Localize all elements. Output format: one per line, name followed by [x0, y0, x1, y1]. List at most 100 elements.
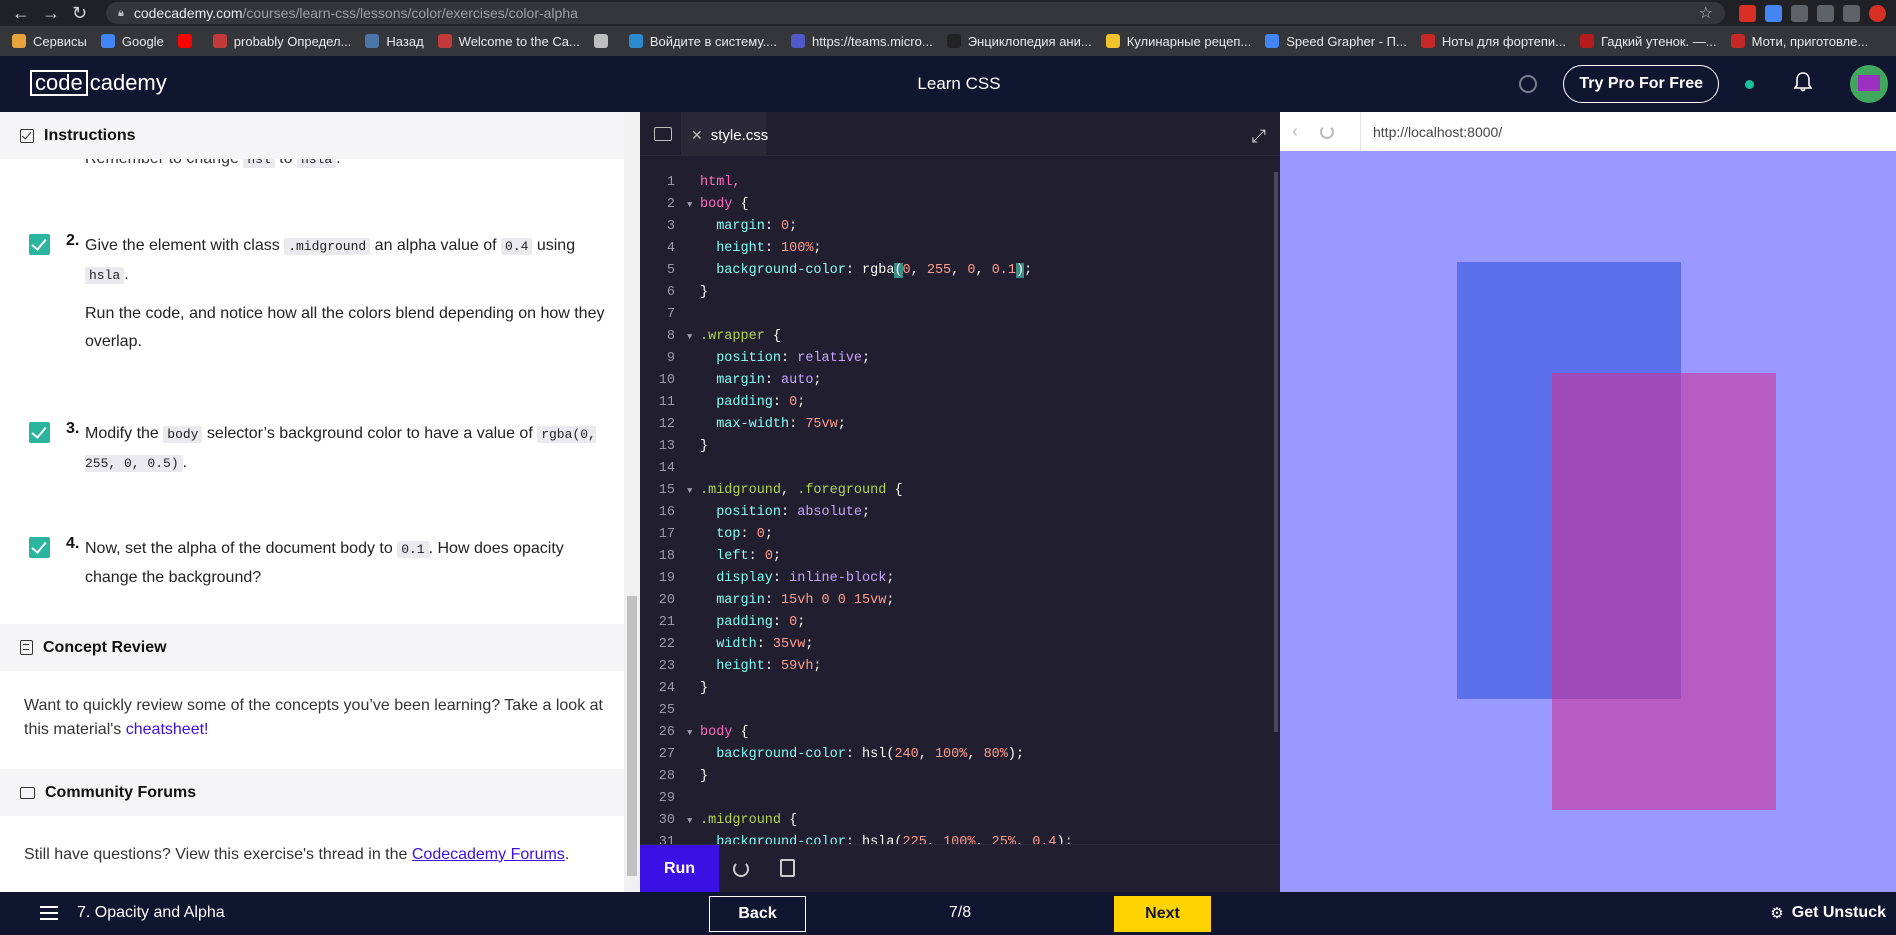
preview-back-icon[interactable]: ‹: [1292, 121, 1298, 142]
code-line[interactable]: 18 left: 0;: [640, 546, 1276, 568]
translate-icon[interactable]: [1765, 4, 1782, 22]
code-line[interactable]: 6}: [640, 282, 1276, 304]
code-line[interactable]: 13}: [640, 436, 1276, 458]
tab-style-css[interactable]: ✕ style.css: [681, 112, 768, 156]
code-line[interactable]: 22 width: 35vw;: [640, 634, 1276, 656]
fold-arrow-icon[interactable]: ▼: [687, 810, 692, 832]
bookmark-item[interactable]: https://teams.micro...: [791, 34, 933, 49]
bookmark-label: Ноты для фортепи...: [1441, 33, 1566, 49]
close-icon[interactable]: ✕: [691, 127, 703, 144]
avatar[interactable]: [1850, 65, 1888, 103]
cheatsheet-link[interactable]: cheatsheet!: [126, 721, 209, 738]
extension-icon[interactable]: [1739, 4, 1756, 22]
forums-link[interactable]: Codecademy Forums: [412, 846, 565, 863]
code-line[interactable]: 4 height: 100%;: [640, 238, 1276, 260]
bookmark-item[interactable]: Google: [100, 34, 164, 49]
instructions-scrollbar[interactable]: [624, 112, 640, 892]
line-number: 11: [658, 395, 675, 410]
menu-icon[interactable]: [40, 906, 58, 920]
code-text-area[interactable]: 1 html, 2 ▼ body {3 margin: 0; 4 height: 100%…: [640, 172, 1276, 848]
line-number: 7: [666, 307, 675, 322]
bookmark-item[interactable]: Ноты для фортепи...: [1420, 33, 1566, 49]
code-line[interactable]: 24}: [640, 678, 1276, 700]
code-line[interactable]: 10 margin: auto;: [640, 370, 1276, 392]
alarm-clock-icon[interactable]: [1519, 75, 1538, 93]
code-line[interactable]: 26 ▼ body {: [640, 722, 1276, 744]
bookmark-item[interactable]: [177, 34, 199, 48]
bookmark-item[interactable]: [593, 34, 615, 48]
task-checkbox[interactable]: [29, 537, 50, 558]
bookmark-item[interactable]: Назад: [365, 34, 424, 49]
extension-icon[interactable]: [1817, 4, 1834, 22]
back-button[interactable]: Back: [709, 896, 806, 932]
bookmark-item[interactable]: Энциклопедия ани...: [946, 34, 1092, 49]
bookmark-item[interactable]: Моти, приготовле...: [1730, 34, 1868, 49]
code-line[interactable]: 28}: [640, 766, 1276, 788]
forward-arrow-icon[interactable]: →: [42, 4, 60, 22]
line-number: 10: [658, 373, 675, 388]
code-line[interactable]: 17 top: 0;: [640, 524, 1276, 546]
concept-review-header[interactable]: Concept Review: [0, 624, 624, 671]
code-line[interactable]: 5 background-color: rgba(0, 255, 0, 0.1)…: [640, 260, 1276, 282]
code-line[interactable]: 27 background-color: hsl(240, 100%, 80%)…: [640, 744, 1276, 766]
code-line[interactable]: 20 margin: 15vh 0 0 15vw;: [640, 590, 1276, 612]
run-button[interactable]: Run: [640, 845, 719, 893]
puzzle-icon[interactable]: [1843, 4, 1860, 22]
code-line[interactable]: 12 max-width: 75vw;: [640, 414, 1276, 436]
extension-icon[interactable]: [1791, 4, 1808, 22]
community-forums-header[interactable]: Community Forums: [0, 769, 624, 816]
line-number: 21: [658, 615, 675, 630]
bookmark-item[interactable]: Welcome to the Ca...: [437, 34, 580, 49]
task-checkbox[interactable]: [29, 234, 50, 255]
code-line[interactable]: 3 margin: 0;: [640, 216, 1276, 238]
code-line[interactable]: 25: [640, 700, 1276, 722]
next-button[interactable]: Next: [1114, 896, 1211, 932]
back-arrow-icon[interactable]: ←: [12, 4, 30, 22]
fold-arrow-icon[interactable]: ▼: [687, 194, 692, 216]
code-line[interactable]: 2 ▼ body {: [640, 194, 1276, 216]
code-line[interactable]: 14: [640, 458, 1276, 480]
task-checkbox[interactable]: [29, 422, 50, 443]
code-line[interactable]: 8 ▼ .wrapper {: [640, 326, 1276, 348]
code-line[interactable]: 21 padding: 0;: [640, 612, 1276, 634]
bookmark-item[interactable]: Войдите в систему....: [628, 34, 777, 49]
code-line[interactable]: 19 display: inline-block;: [640, 568, 1276, 590]
preview-url[interactable]: http://localhost:8000/: [1360, 112, 1896, 151]
clipboard-icon[interactable]: [780, 859, 795, 877]
get-unstuck-button[interactable]: ⚙ Get Unstuck: [1770, 904, 1886, 922]
bookmark-star-icon[interactable]: ☆: [1699, 3, 1713, 23]
bookmark-item[interactable]: Гадкий утенок. —...: [1579, 33, 1717, 49]
line-number: 25: [658, 703, 675, 718]
editor-scrollbar[interactable]: [1274, 172, 1278, 732]
reset-icon[interactable]: [733, 861, 749, 877]
try-pro-button[interactable]: Try Pro For Free: [1563, 65, 1719, 103]
code-line[interactable]: 16 position: absolute;: [640, 502, 1276, 524]
bookmark-item[interactable]: Кулинарные рецеп...: [1105, 34, 1251, 49]
folder-icon[interactable]: [654, 127, 672, 141]
scrollbar-thumb[interactable]: [627, 596, 637, 876]
code-line[interactable]: 29: [640, 788, 1276, 810]
code-line[interactable]: 1 html,: [640, 172, 1276, 194]
profile-icon[interactable]: [1869, 4, 1886, 22]
bell-icon[interactable]: [1793, 72, 1813, 96]
code-line[interactable]: 23 height: 59vh;: [640, 656, 1276, 678]
bookmark-item[interactable]: Speed Grapher - П...: [1265, 34, 1407, 49]
fold-arrow-icon[interactable]: ▼: [687, 480, 692, 502]
code-line[interactable]: 7: [640, 304, 1276, 326]
code-line[interactable]: 11 padding: 0;: [640, 392, 1276, 414]
bookmark-label: Гадкий утенок. —...: [1600, 33, 1717, 49]
fold-arrow-icon[interactable]: ▼: [687, 326, 692, 348]
preview-reload-icon[interactable]: [1320, 124, 1334, 139]
fold-arrow-icon[interactable]: ▼: [687, 722, 692, 744]
address-bar[interactable]: 🔒︎ codecademy.com /courses/learn-css/les…: [106, 2, 1725, 24]
code-line[interactable]: 9 position: relative;: [640, 348, 1276, 370]
code-line[interactable]: 15 ▼ .midground, .foreground {: [640, 480, 1276, 502]
bookmark-item[interactable]: probably Определ...: [212, 34, 351, 49]
reload-icon[interactable]: ↻: [72, 4, 87, 22]
code-line[interactable]: 30 ▼ .midground {: [640, 810, 1276, 832]
help-icon: ⚙: [1770, 905, 1784, 922]
instructions-header[interactable]: Instructions: [0, 112, 624, 159]
lesson-name[interactable]: 7. Opacity and Alpha: [77, 904, 225, 922]
expand-icon[interactable]: ⤢: [1252, 126, 1266, 147]
bookmark-item[interactable]: Сервисы: [12, 34, 87, 49]
